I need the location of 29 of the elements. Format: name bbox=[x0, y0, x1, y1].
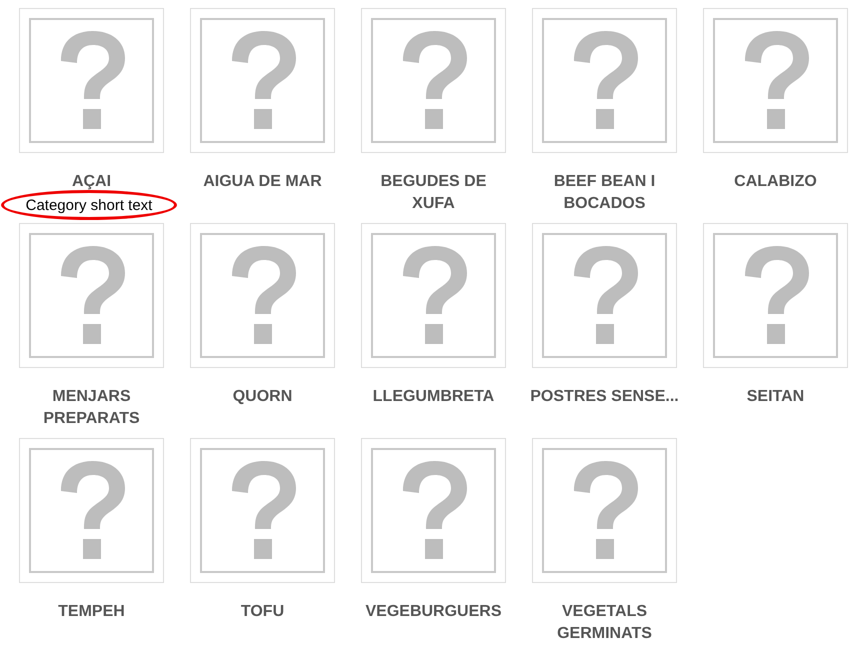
image-placeholder[interactable] bbox=[532, 438, 677, 583]
category-label[interactable]: BEGUDES DE XUFA bbox=[358, 171, 508, 215]
category-label[interactable]: CALABIZO bbox=[700, 171, 850, 193]
image-placeholder[interactable] bbox=[19, 223, 164, 368]
image-placeholder[interactable] bbox=[361, 8, 506, 153]
image-placeholder[interactable] bbox=[190, 438, 335, 583]
image-placeholder[interactable] bbox=[190, 223, 335, 368]
category-label[interactable]: BEEF BEAN I BOCADOS bbox=[530, 171, 680, 215]
image-placeholder[interactable] bbox=[19, 438, 164, 583]
category-label[interactable]: AIGUA DE MAR bbox=[188, 171, 338, 193]
image-placeholder[interactable] bbox=[532, 223, 677, 368]
image-placeholder[interactable] bbox=[703, 223, 848, 368]
category-label[interactable]: QUORN bbox=[188, 386, 338, 408]
image-placeholder[interactable] bbox=[361, 438, 506, 583]
category-label[interactable]: TEMPEH bbox=[16, 601, 166, 623]
image-placeholder[interactable] bbox=[532, 8, 677, 153]
annotation-callout: Category short text bbox=[1, 190, 177, 220]
category-label[interactable]: VEGETALS GERMINATS bbox=[530, 601, 680, 645]
category-label[interactable]: POSTRES SENSE... bbox=[530, 386, 680, 408]
category-label[interactable]: VEGEBURGUERS bbox=[358, 601, 508, 623]
image-placeholder[interactable] bbox=[19, 8, 164, 153]
category-label[interactable]: LLEGUMBRETA bbox=[358, 386, 508, 408]
category-label[interactable]: AÇAI bbox=[16, 171, 166, 193]
image-placeholder[interactable] bbox=[361, 223, 506, 368]
image-placeholder[interactable] bbox=[703, 8, 848, 153]
category-label[interactable]: SEITAN bbox=[700, 386, 850, 408]
category-label[interactable]: TOFU bbox=[188, 601, 338, 623]
category-label[interactable]: MENJARS PREPARATS bbox=[16, 386, 166, 430]
image-placeholder[interactable] bbox=[190, 8, 335, 153]
